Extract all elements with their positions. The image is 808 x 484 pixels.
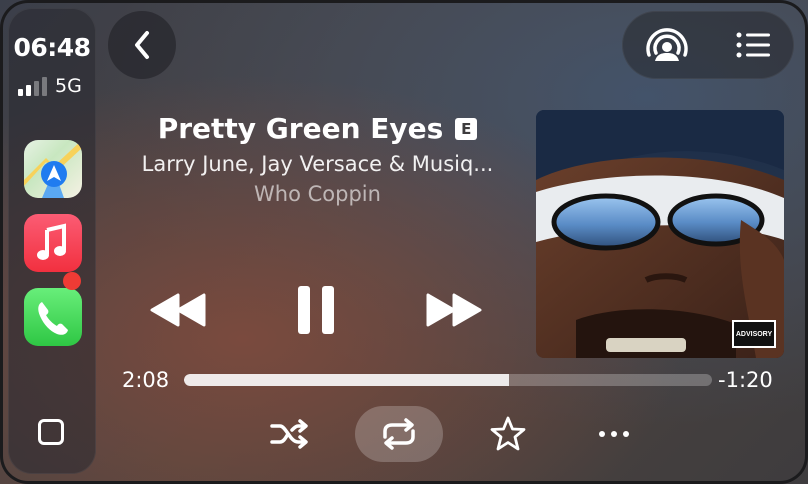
dock-sidebar: 06:48 5G bbox=[8, 8, 96, 474]
airplay-icon bbox=[646, 28, 688, 61]
airplay-button[interactable] bbox=[642, 25, 692, 65]
favorite-button[interactable] bbox=[486, 412, 530, 456]
shuffle-button[interactable] bbox=[268, 412, 312, 456]
home-square-icon[interactable] bbox=[38, 419, 64, 445]
more-button[interactable] bbox=[592, 412, 636, 456]
elapsed-time: 2:08 bbox=[122, 368, 170, 392]
star-icon bbox=[490, 416, 526, 451]
rewind-icon bbox=[150, 293, 206, 327]
ellipsis-icon bbox=[599, 431, 629, 437]
maps-app-icon[interactable] bbox=[24, 140, 82, 198]
track-title-row: Pretty Green Eyes E bbox=[120, 112, 515, 145]
back-button[interactable] bbox=[108, 11, 176, 79]
progress-fill bbox=[184, 374, 509, 386]
next-track-button[interactable] bbox=[424, 288, 484, 332]
track-album[interactable]: Who Coppin bbox=[120, 182, 515, 206]
parental-advisory-label: ADVISORY bbox=[736, 331, 773, 338]
album-artwork[interactable]: ADVISORY bbox=[536, 110, 784, 358]
header-controls bbox=[622, 11, 794, 79]
notification-badge bbox=[63, 272, 81, 290]
repeat-icon bbox=[383, 418, 415, 450]
fast-forward-icon bbox=[426, 293, 482, 327]
queue-button[interactable] bbox=[734, 29, 774, 61]
network-type: 5G bbox=[55, 75, 82, 97]
explicit-badge: E bbox=[455, 118, 478, 140]
play-pause-button[interactable] bbox=[294, 284, 338, 336]
track-artists[interactable]: Larry June, Jay Versace & Musiq... bbox=[120, 152, 515, 176]
status-time: 06:48 bbox=[13, 33, 91, 62]
remaining-time: -1:20 bbox=[718, 368, 773, 392]
music-app-icon[interactable] bbox=[24, 214, 82, 272]
track-title: Pretty Green Eyes bbox=[157, 112, 444, 145]
list-icon bbox=[736, 32, 770, 58]
repeat-button[interactable] bbox=[355, 406, 443, 462]
phone-app-icon[interactable] bbox=[24, 288, 82, 346]
shuffle-icon bbox=[270, 419, 308, 449]
signal-strength-icon bbox=[18, 77, 47, 96]
progress-scrubber[interactable] bbox=[184, 374, 712, 386]
pause-icon bbox=[298, 286, 334, 334]
chevron-left-icon bbox=[135, 31, 149, 59]
previous-track-button[interactable] bbox=[148, 288, 208, 332]
status-indicators: 5G bbox=[18, 74, 82, 96]
